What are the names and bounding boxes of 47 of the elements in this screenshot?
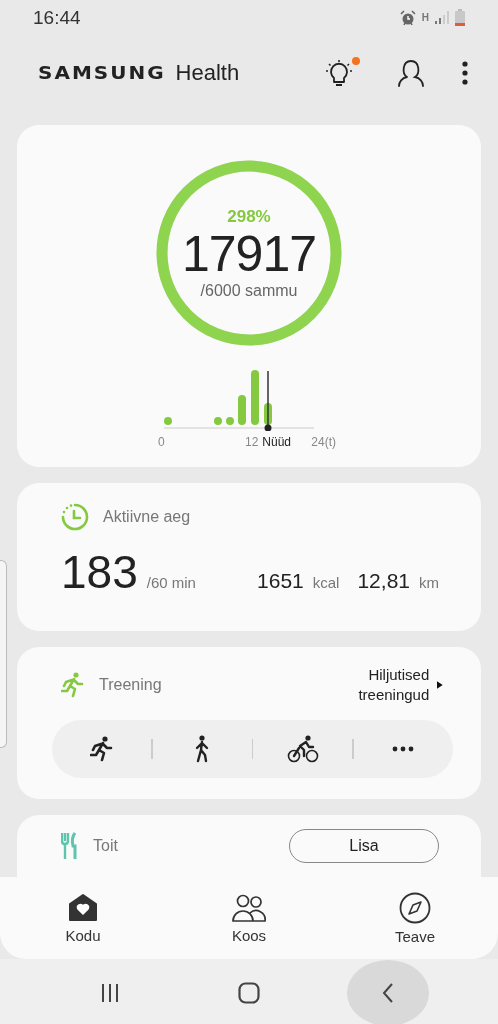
- exercise-card[interactable]: Treening Hiljutised treeningud: [17, 647, 481, 799]
- running-icon: [89, 736, 114, 762]
- brand-logo: SAMSUNG: [38, 61, 166, 84]
- nav-tab[interactable]: Teave: [332, 891, 498, 945]
- card-title: Aktiivne aeg: [103, 508, 191, 526]
- now-label: Nüüd: [262, 435, 291, 449]
- battery-icon: [455, 9, 465, 26]
- menu-icon: [462, 60, 468, 85]
- recent-workouts-link[interactable]: Hiljutised treeningud: [343, 665, 443, 704]
- more-options-button[interactable]: [462, 60, 468, 85]
- alarm-icon: [399, 9, 416, 26]
- square-icon: [238, 981, 260, 1004]
- nav-tab[interactable]: Kodu: [0, 892, 166, 944]
- cycling-icon: [286, 735, 319, 763]
- nav-tab[interactable]: Koos: [166, 892, 332, 944]
- network-type: H: [421, 12, 429, 23]
- timer-icon: [61, 503, 89, 531]
- lightbulb-icon: [326, 58, 352, 89]
- recent-apps-icon: [99, 982, 120, 1003]
- tips-button[interactable]: [326, 56, 360, 89]
- running-icon: [61, 671, 85, 698]
- fork-knife-icon: [61, 832, 79, 860]
- app-title: Health: [175, 59, 241, 86]
- minutes-goal: /60 min: [146, 574, 196, 591]
- food-card[interactable]: Toit Lisa: [17, 815, 481, 877]
- signal-icon: [435, 11, 449, 24]
- axis-label: 24(t): [311, 435, 336, 449]
- profile-button[interactable]: [398, 58, 424, 87]
- more-icon: [392, 746, 415, 752]
- back-icon: [382, 982, 395, 1003]
- axis-label: 12: [244, 435, 259, 449]
- calories-value: 1651: [257, 569, 304, 593]
- distance-value: 12,81: [357, 569, 410, 593]
- steps-card[interactable]: 298% 17917 /6000 sammu 0 12 Nüüd 24(t): [17, 125, 481, 467]
- active-minutes: 183: [61, 545, 138, 599]
- goal-percent: 298%: [227, 206, 271, 227]
- calories-unit: kcal: [312, 574, 340, 591]
- person-icon: [398, 58, 424, 87]
- step-goal: /6000 sammu: [200, 281, 298, 300]
- distance-unit: km: [419, 574, 439, 591]
- card-title: Treening: [99, 675, 162, 694]
- axis-label: 0: [158, 435, 165, 449]
- status-time: 16:44: [33, 6, 81, 29]
- active-time-card[interactable]: Aktiivne aeg 183 /60 min 1651 kcal 12,81 km: [17, 483, 481, 631]
- card-title: Toit: [93, 837, 118, 855]
- edge-panel-handle[interactable]: [0, 560, 7, 748]
- step-count: 17917: [181, 226, 316, 282]
